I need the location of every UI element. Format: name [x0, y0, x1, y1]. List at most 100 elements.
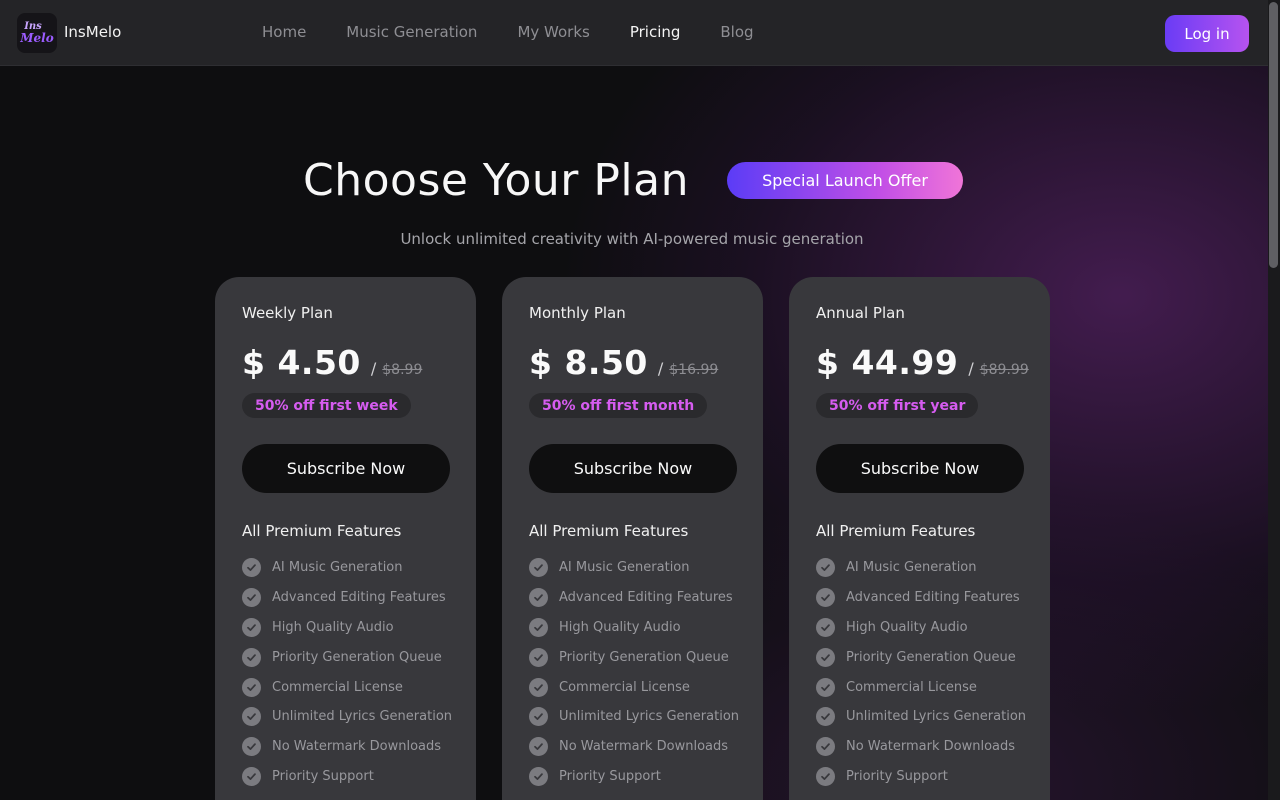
feature-label: Unlimited Lyrics Generation — [846, 709, 1027, 725]
feature-item: Unlimited Lyrics Generation — [529, 702, 739, 732]
plan-price: $ 8.50 — [529, 343, 648, 382]
feature-item: High Quality Audio — [529, 613, 739, 643]
feature-item: Commercial License — [816, 672, 1026, 702]
feature-item: Priority Support — [529, 762, 739, 792]
feature-label: Priority Generation Queue — [846, 649, 1016, 665]
check-circle-icon — [816, 647, 835, 667]
feature-label: Advanced Editing Features — [272, 590, 446, 606]
feature-item: AI Music Generation — [242, 553, 452, 583]
original-price: $89.99 — [979, 362, 1029, 378]
check-circle-icon — [242, 766, 261, 786]
check-circle-icon — [242, 588, 261, 608]
feature-label: High Quality Audio — [846, 619, 968, 635]
discount-badge: 50% off first year — [816, 393, 979, 418]
subscribe-button[interactable]: Subscribe Now — [242, 444, 450, 493]
feature-item: Unlimited Lyrics Generation — [816, 702, 1026, 732]
feature-label: High Quality Audio — [559, 619, 681, 635]
feature-label: Advanced Editing Features — [559, 590, 733, 606]
brand-name[interactable]: InsMelo — [64, 23, 121, 41]
feature-item: AI Music Generation — [816, 553, 1026, 583]
feature-label: No Watermark Downloads — [846, 739, 1016, 755]
subscribe-button[interactable]: Subscribe Now — [816, 444, 1024, 493]
check-circle-icon — [529, 766, 548, 786]
check-circle-icon — [816, 737, 835, 757]
feature-label: AI Music Generation — [559, 560, 690, 576]
check-circle-icon — [242, 558, 261, 578]
feature-label: High Quality Audio — [272, 619, 394, 635]
feature-item: Advanced Editing Features — [816, 583, 1026, 613]
check-circle-icon — [529, 647, 548, 667]
check-circle-icon — [242, 617, 261, 637]
price-separator: / — [657, 359, 664, 378]
check-circle-icon — [529, 617, 548, 637]
feature-item: Unlimited Lyrics Generation — [242, 702, 452, 732]
nav-pricing[interactable]: Pricing — [630, 23, 681, 41]
plan-card: Weekly Plan $ 4.50 / $8.99 50% off first… — [215, 277, 476, 800]
feature-item: No Watermark Downloads — [242, 732, 452, 762]
scrollbar-thumb[interactable] — [1269, 2, 1278, 268]
original-price: $16.99 — [669, 362, 719, 378]
page-title: Choose Your Plan — [303, 155, 689, 206]
discount-badge: 50% off first week — [242, 393, 411, 418]
check-circle-icon — [529, 707, 548, 727]
feature-label: Commercial License — [846, 679, 977, 695]
plan-card: Monthly Plan $ 8.50 / $16.99 50% off fir… — [502, 277, 763, 800]
check-circle-icon — [816, 588, 835, 608]
feature-label: Unlimited Lyrics Generation — [272, 709, 453, 725]
feature-label: Priority Support — [559, 768, 661, 784]
feature-item: No Watermark Downloads — [529, 732, 739, 762]
subscribe-button[interactable]: Subscribe Now — [529, 444, 737, 493]
page-subtitle: Unlock unlimited creativity with AI-powe… — [400, 230, 864, 248]
discount-badge: 50% off first month — [529, 393, 708, 418]
feature-label: AI Music Generation — [272, 560, 403, 576]
check-circle-icon — [529, 737, 548, 757]
price-row: $ 44.99 / $89.99 — [816, 343, 1029, 382]
original-price: $8.99 — [382, 362, 423, 378]
logo[interactable]: Ins Melo — [17, 13, 57, 53]
check-circle-icon — [816, 558, 835, 578]
check-circle-icon — [242, 737, 261, 757]
price-row: $ 8.50 / $16.99 — [529, 343, 718, 382]
nav-blog[interactable]: Blog — [720, 23, 753, 41]
feature-label: Priority Support — [272, 768, 374, 784]
plan-name: Monthly Plan — [529, 304, 626, 322]
feature-item: Advanced Editing Features — [242, 583, 452, 613]
feature-item: Priority Support — [242, 762, 452, 792]
check-circle-icon — [816, 677, 835, 697]
feature-item: High Quality Audio — [242, 613, 452, 643]
price-row: $ 4.50 / $8.99 — [242, 343, 422, 382]
nav-my-works[interactable]: My Works — [517, 23, 589, 41]
feature-label: Priority Support — [846, 768, 948, 784]
feature-item: No Watermark Downloads — [816, 732, 1026, 762]
feature-item: High Quality Audio — [816, 613, 1026, 643]
check-circle-icon — [529, 558, 548, 578]
features-list: AI Music Generation Advanced Editing Fea… — [529, 553, 739, 791]
feature-label: No Watermark Downloads — [559, 739, 729, 755]
check-circle-icon — [242, 647, 261, 667]
plan-name: Weekly Plan — [242, 304, 333, 322]
check-circle-icon — [242, 707, 261, 727]
check-circle-icon — [242, 677, 261, 697]
login-button[interactable]: Log in — [1165, 15, 1249, 52]
price-separator: / — [968, 359, 974, 378]
feature-label: Priority Generation Queue — [559, 649, 729, 665]
features-title: All Premium Features — [529, 522, 689, 540]
nav-music-generation[interactable]: Music Generation — [346, 23, 477, 41]
nav-home[interactable]: Home — [262, 23, 306, 41]
check-circle-icon — [816, 617, 835, 637]
plan-price: $ 4.50 — [242, 343, 361, 382]
special-offer-badge: Special Launch Offer — [727, 162, 963, 199]
plan-card: Annual Plan $ 44.99 / $89.99 50% off fir… — [789, 277, 1050, 800]
main-nav: Home Music Generation My Works Pricing B… — [262, 23, 794, 41]
feature-label: Advanced Editing Features — [846, 590, 1020, 606]
feature-label: Priority Generation Queue — [272, 649, 442, 665]
check-circle-icon — [816, 707, 835, 727]
plan-price: $ 44.99 — [816, 343, 959, 382]
feature-item: Commercial License — [242, 672, 452, 702]
logo-text-bottom: Melo — [20, 31, 54, 45]
features-title: All Premium Features — [242, 522, 402, 540]
feature-label: Commercial License — [272, 679, 403, 695]
feature-label: AI Music Generation — [846, 560, 977, 576]
features-list: AI Music Generation Advanced Editing Fea… — [816, 553, 1026, 791]
feature-item: Commercial License — [529, 672, 739, 702]
